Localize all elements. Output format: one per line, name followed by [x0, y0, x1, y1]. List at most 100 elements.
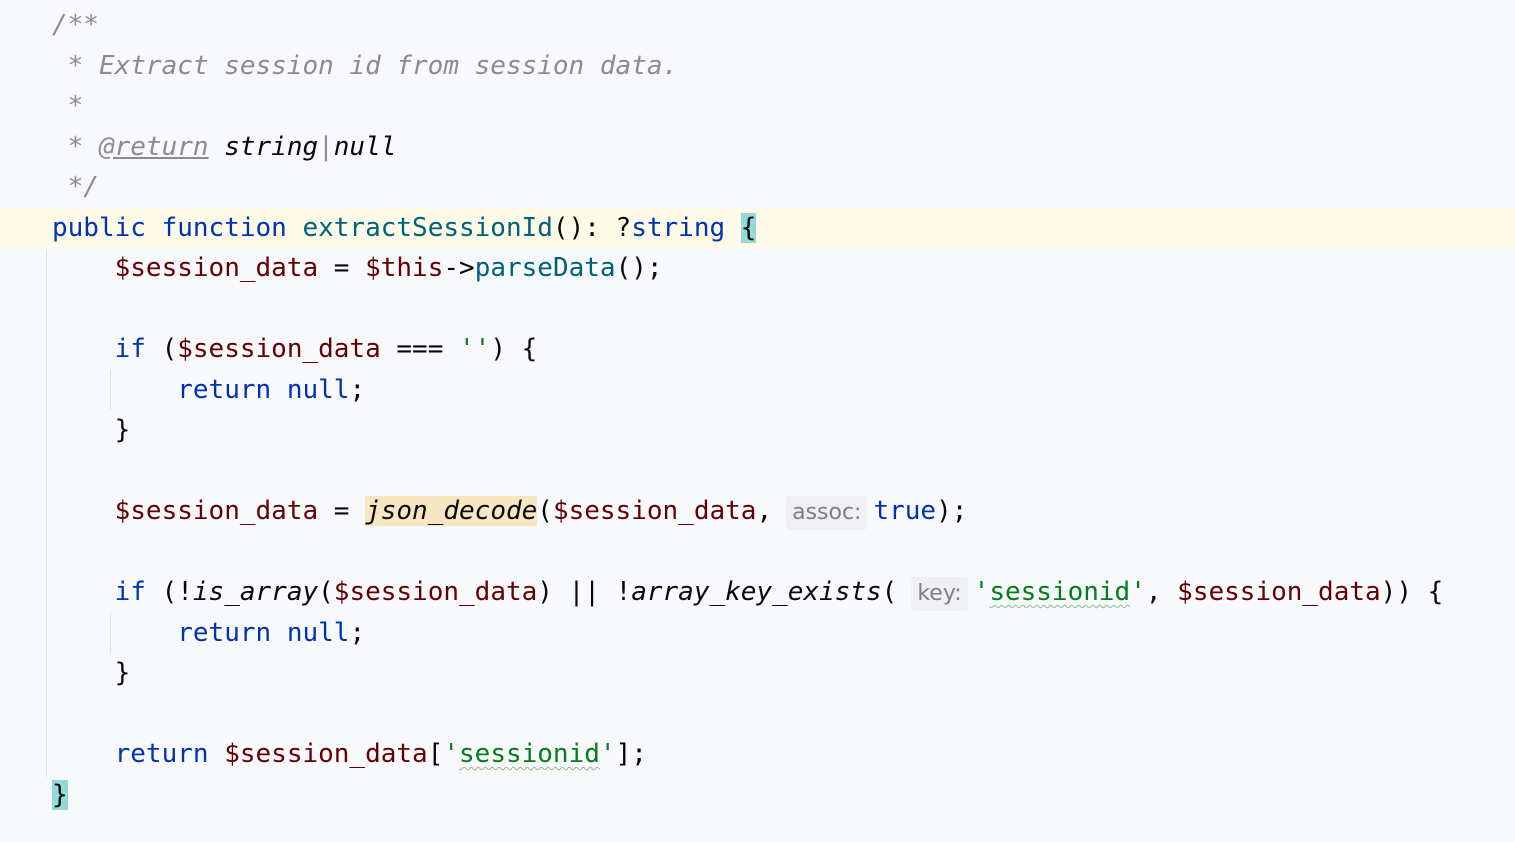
- code-token: $session_data: [114, 496, 319, 526]
- code-token: sessionid: [459, 739, 600, 769]
- code-token: if: [114, 334, 146, 364]
- code-line-content: *: [52, 86, 84, 127]
- code-line[interactable]: }: [0, 653, 1515, 694]
- code-token: $session_data: [1177, 577, 1381, 607]
- code-line[interactable]: /**: [0, 5, 1515, 46]
- code-token: '': [459, 334, 491, 364]
- code-token: $session_data: [224, 739, 428, 769]
- code-token: ,: [1145, 577, 1178, 607]
- code-token: /**: [52, 10, 99, 40]
- code-token: $session_data: [177, 334, 381, 364]
- code-token: null: [286, 617, 350, 648]
- code-line[interactable]: $session_data = $this->parseData();: [0, 248, 1515, 289]
- code-line[interactable]: * Extract session id from session data.: [0, 46, 1515, 87]
- code-token: return: [114, 739, 209, 769]
- code-line-content: $session_data = json_decode($session_dat…: [52, 491, 967, 532]
- code-line[interactable]: * @return string|null: [0, 127, 1515, 168]
- code-token: ();: [615, 253, 663, 283]
- code-token: ': [599, 739, 616, 769]
- code-token: return: [177, 617, 272, 648]
- code-line[interactable]: [0, 451, 1515, 492]
- code-line[interactable]: if (!is_array($session_data) || !array_k…: [0, 572, 1515, 613]
- code-line[interactable]: *: [0, 86, 1515, 127]
- code-token: function: [161, 212, 287, 243]
- code-token: (: [881, 577, 898, 607]
- code-token: json_decode: [365, 496, 538, 526]
- code-line-content: if ($session_data === '') {: [52, 329, 538, 370]
- code-line[interactable]: [0, 532, 1515, 573]
- code-line-content: return $session_data['sessionid'];: [52, 734, 647, 775]
- code-token: $session_data: [333, 577, 538, 607]
- code-token: null: [333, 131, 397, 162]
- code-token: ;: [349, 617, 366, 648]
- code-token: sessionid: [989, 577, 1131, 607]
- code-line[interactable]: public function extractSessionId(): ?str…: [0, 207, 1515, 249]
- code-token: */: [52, 172, 99, 202]
- code-token: }: [52, 779, 68, 810]
- code-token: ': [973, 577, 990, 607]
- code-token: ': [443, 739, 460, 769]
- code-token: }: [52, 658, 131, 688]
- code-line-content: public function extractSessionId(): ?str…: [52, 208, 757, 249]
- code-line-content: /**: [52, 5, 99, 46]
- code-line-content: * @return string|null: [52, 127, 397, 168]
- code-token: ;: [349, 374, 366, 405]
- code-line[interactable]: }: [0, 775, 1515, 816]
- code-token: (): ?: [552, 212, 632, 243]
- code-token: @return: [98, 131, 209, 162]
- code-token: =: [318, 253, 366, 283]
- code-token: true: [873, 496, 937, 526]
- code-line-content: * Extract session id from session data.: [52, 46, 679, 87]
- code-line[interactable]: if ($session_data === '') {: [0, 329, 1515, 370]
- code-token: (: [145, 334, 178, 364]
- code-line[interactable]: [0, 289, 1515, 330]
- parameter-hint: assoc:: [786, 496, 868, 530]
- code-token: =: [318, 496, 366, 526]
- code-token: |: [318, 131, 334, 162]
- code-token: * Extract session id from session data.: [52, 50, 679, 81]
- code-token: if: [114, 577, 146, 607]
- code-line-content: if (!is_array($session_data) || !array_k…: [52, 572, 1443, 613]
- code-editor[interactable]: /** * Extract session id from session da…: [0, 5, 1515, 842]
- code-line-content: return null;: [52, 613, 365, 654]
- code-token: null: [286, 374, 350, 405]
- code-token: ===: [380, 334, 460, 364]
- code-line[interactable]: return null;: [0, 613, 1515, 654]
- code-token: ) || !: [537, 577, 632, 607]
- code-line[interactable]: return null;: [0, 370, 1515, 411]
- code-line[interactable]: $session_data = json_decode($session_dat…: [0, 491, 1515, 532]
- code-token: )) {: [1380, 577, 1444, 607]
- code-token: *: [52, 91, 84, 121]
- code-line[interactable]: */: [0, 167, 1515, 208]
- code-token: ': [1130, 577, 1146, 607]
- code-token: extractSessionId: [302, 212, 553, 243]
- code-token: string: [631, 212, 726, 243]
- code-token: );: [936, 496, 968, 526]
- code-token: $session_data: [552, 496, 757, 526]
- code-line[interactable]: return $session_data['sessionid'];: [0, 734, 1515, 775]
- code-token: ) {: [490, 334, 538, 364]
- code-line-content: */: [52, 167, 99, 208]
- code-token: return: [177, 374, 272, 405]
- code-token: ->: [443, 253, 475, 283]
- code-token: array_key_exists: [631, 577, 882, 607]
- code-line[interactable]: [0, 694, 1515, 735]
- code-line-content: }: [52, 410, 131, 451]
- code-line[interactable]: }: [0, 410, 1515, 451]
- code-line-content: }: [52, 653, 131, 694]
- code-token: $this: [365, 253, 444, 283]
- code-token: ];: [615, 739, 647, 769]
- parameter-hint: key:: [911, 577, 968, 611]
